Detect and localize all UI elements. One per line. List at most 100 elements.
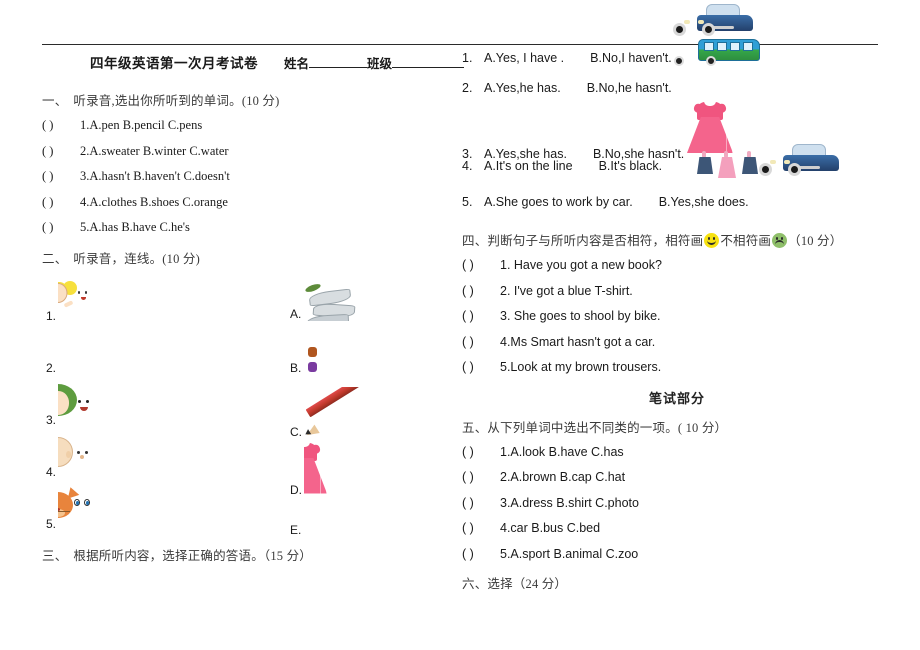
- question-text: 3.A.dress B.shirt C.photo: [500, 495, 639, 510]
- section-6-title: 选择（24 分）: [487, 577, 568, 591]
- question-row[interactable]: ( ) 4.car B.bus C.bed: [462, 522, 892, 535]
- answer-option-a[interactable]: A.Yes,he has.: [484, 82, 561, 95]
- class-label: 班级: [367, 57, 393, 71]
- written-part-heading: 笔试部分: [648, 390, 705, 406]
- answer-row[interactable]: 5. A.She goes to work by car. B.Yes,she …: [462, 144, 892, 226]
- section-5-title: 从下列单词中选出不同类的一项。( 10 分）: [487, 420, 728, 435]
- answer-option-b[interactable]: B.No,I haven't.: [590, 52, 672, 65]
- answer-option-b[interactable]: B.Yes,she does.: [659, 196, 749, 209]
- answer-blank[interactable]: ( ): [462, 310, 500, 323]
- question-text: 3.A.hasn't B.haven't C.doesn't: [80, 169, 230, 183]
- question-row[interactable]: ( ) 3.A.dress B.shirt C.photo: [462, 495, 892, 510]
- answer-blank[interactable]: ( ): [462, 496, 500, 510]
- answer-number: 2.: [462, 81, 473, 95]
- question-row[interactable]: ( ) 3.A.hasn't B.haven't C.doesn't: [42, 170, 462, 183]
- answer-blank[interactable]: ( ): [462, 547, 500, 561]
- answer-option-a[interactable]: A.It's on the line: [484, 160, 573, 173]
- answer-option-a[interactable]: A.Yes, I have .: [484, 52, 564, 65]
- pink-dress-image: [687, 98, 756, 153]
- answer-row[interactable]: 2. A.Yes,he has. B.No,he hasn't.: [462, 39, 892, 114]
- answer-blank[interactable]: ( ): [42, 221, 80, 234]
- matching-option[interactable]: D.: [290, 439, 358, 497]
- question-row[interactable]: ( ) 1.A.pen B.pencil C.pens: [42, 119, 462, 132]
- answer-blank[interactable]: ( ): [462, 284, 500, 298]
- question-text: 2.A.brown B.cap C.hat: [500, 470, 626, 484]
- question-text: 4.Ms Smart hasn't got a car.: [500, 334, 656, 349]
- class-blank[interactable]: [392, 67, 465, 68]
- question-row[interactable]: ( ) 1.A.look B.have C.has: [462, 444, 892, 459]
- section-1-question-list: ( ) 1.A.pen B.pencil C.pens ( ) 2.A.swea…: [42, 119, 462, 234]
- answer-option-a[interactable]: A.She goes to work by car.: [484, 196, 633, 209]
- answer-blank[interactable]: ( ): [462, 259, 500, 272]
- matching-option-label: B.: [290, 360, 302, 375]
- answer-blank[interactable]: ( ): [462, 471, 500, 484]
- matching-option[interactable]: B.: [290, 328, 351, 375]
- section-4-title-part2: 不相符画: [720, 234, 772, 248]
- section-4-heading: 四、判断句子与所听内容是否相符，相符画 不相符画 （10 分）: [462, 230, 892, 249]
- question-text: 2.A.sweater B.winter C.water: [80, 143, 229, 158]
- question-row[interactable]: ( ) 4.Ms Smart hasn't got a car.: [462, 334, 892, 349]
- question-text: 1.A.look B.have C.has: [500, 444, 624, 459]
- name-blank[interactable]: [309, 67, 368, 68]
- question-text: 5.A.sport B.animal C.zoo: [500, 546, 639, 561]
- man-with-tie-image: [58, 329, 106, 375]
- matching-item[interactable]: 1.: [46, 277, 106, 323]
- bald-man-image: [58, 433, 106, 479]
- question-row[interactable]: ( ) 3. She goes to shool by bike.: [462, 310, 892, 323]
- answer-blank[interactable]: ( ): [462, 445, 500, 459]
- answer-number: 1.: [462, 51, 473, 65]
- right-column: 1. A.Yes, I have . B.No,I haven't. 2. A.…: [462, 4, 892, 602]
- matching-item[interactable]: 3.: [46, 381, 106, 427]
- question-text: 2. I've got a blue T-shirt.: [500, 283, 633, 298]
- answer-blank[interactable]: ( ): [42, 119, 80, 132]
- section-1-number: 一、: [42, 94, 68, 108]
- answer-blank[interactable]: ( ): [42, 195, 80, 209]
- matching-option[interactable]: C.: [290, 386, 370, 439]
- question-text: 5.A.has B.have C.he's: [80, 220, 190, 234]
- section-4-points: （10 分）: [788, 234, 843, 248]
- answer-number: 4.: [462, 159, 473, 173]
- matching-item[interactable]: 2.: [46, 329, 106, 375]
- section-3-number: 三、: [42, 548, 68, 563]
- question-row[interactable]: ( ) 2. I've got a blue T-shirt.: [462, 283, 892, 298]
- green-haired-woman-image: [58, 381, 106, 427]
- answer-blank[interactable]: ( ): [462, 335, 500, 349]
- section-1-title: 听录音,选出你所听到的单词。(10 分): [73, 94, 280, 108]
- sad-face-icon: [772, 233, 788, 248]
- matching-item[interactable]: 4.: [46, 433, 106, 479]
- answer-blank[interactable]: ( ): [462, 522, 500, 535]
- matching-item-label: 4.: [46, 464, 57, 479]
- answer-number: 5.: [462, 195, 473, 209]
- question-text: 5.Look at my brown trousers.: [500, 360, 662, 374]
- matching-item-label: 3.: [46, 412, 57, 427]
- matching-option-label: C.: [290, 424, 302, 439]
- section-2-title: 听录音，连线。(10 分): [73, 251, 200, 266]
- section-4-question-list: ( ) 1. Have you got a new book? ( ) 2. I…: [462, 259, 892, 374]
- question-row[interactable]: ( ) 5.A.sport B.animal C.zoo: [462, 546, 892, 561]
- clothesline-image: [690, 146, 768, 178]
- matching-option[interactable]: A.: [290, 277, 357, 321]
- question-row[interactable]: ( ) 5.Look at my brown trousers.: [462, 361, 892, 374]
- matching-item-label: 5.: [46, 516, 57, 531]
- answer-blank[interactable]: ( ): [462, 361, 500, 374]
- answer-option-b[interactable]: B.No,he hasn't.: [587, 82, 672, 95]
- answer-row[interactable]: 3. A.Yes,she has. B.No,she hasn't.: [462, 101, 892, 160]
- question-text: 1. Have you got a new book?: [500, 258, 662, 272]
- question-text: 4.A.clothes B.shoes C.orange: [80, 194, 228, 209]
- pencil-image: [304, 386, 370, 439]
- question-row[interactable]: ( ) 1. Have you got a new book?: [462, 259, 892, 272]
- bus-image: [674, 39, 760, 100]
- question-row[interactable]: ( ) 2.A.sweater B.winter C.water: [42, 143, 462, 158]
- question-row[interactable]: ( ) 4.A.clothes B.shoes C.orange: [42, 194, 462, 209]
- question-row[interactable]: ( ) 2.A.brown B.cap C.hat: [462, 471, 892, 484]
- girl-pigtails-image: [58, 277, 106, 323]
- matching-item[interactable]: 5.: [46, 484, 106, 531]
- answer-blank[interactable]: ( ): [42, 144, 80, 158]
- fish-image: [303, 277, 357, 321]
- question-row[interactable]: ( ) 5.A.has B.have C.he's: [42, 221, 462, 234]
- matching-option[interactable]: E.: [290, 491, 369, 537]
- answer-blank[interactable]: ( ): [42, 170, 80, 183]
- section-3-heading: 三、 根据所听内容，选择正确的答语。（15 分）: [42, 545, 462, 564]
- section-5-number: 五、: [462, 420, 488, 435]
- answer-option-b[interactable]: B.It's black.: [599, 160, 663, 173]
